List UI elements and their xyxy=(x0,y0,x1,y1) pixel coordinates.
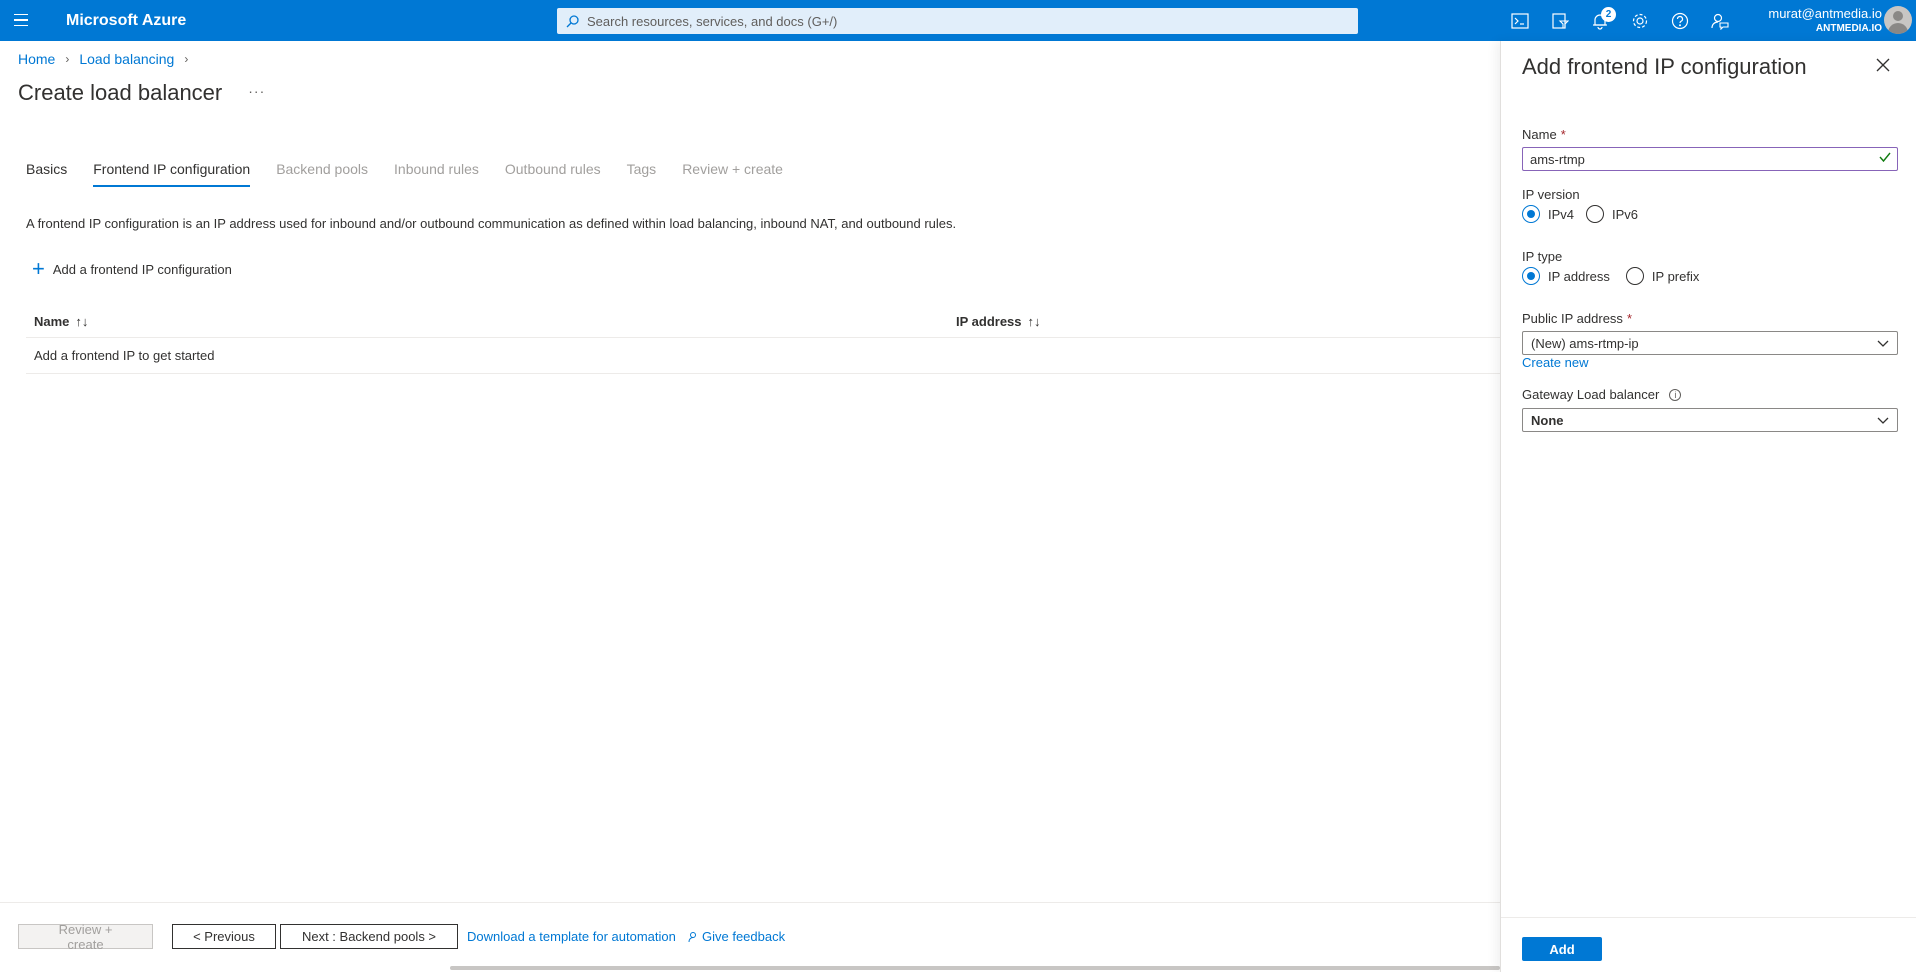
horizontal-scrollbar[interactable] xyxy=(450,966,1500,970)
chevron-right-icon: › xyxy=(184,52,189,66)
add-frontend-ip-panel: Add frontend IP configuration Name * ams… xyxy=(1500,41,1916,972)
radio-ipv4[interactable]: IPv4 xyxy=(1522,205,1574,223)
search-icon xyxy=(557,14,587,28)
tab-outbound-rules[interactable]: Outbound rules xyxy=(505,161,601,187)
radio-button[interactable] xyxy=(1586,205,1605,223)
account-info[interactable]: murat@antmedia.io ANTMEDIA.IO xyxy=(1768,6,1882,36)
page-title: Create load balancer xyxy=(18,80,223,105)
ip-type-radio-group: IP address IP prefix xyxy=(1522,267,1711,285)
tab-tags[interactable]: Tags xyxy=(627,161,657,187)
directory-filter-icon[interactable] xyxy=(1540,6,1580,36)
checkmark-icon xyxy=(1879,150,1891,166)
wizard-footer: Review + create < Previous Next : Backen… xyxy=(0,902,1500,972)
brand-title[interactable]: Microsoft Azure xyxy=(66,12,186,30)
radio-ip-prefix[interactable]: IP prefix xyxy=(1625,267,1699,285)
top-bar: Microsoft Azure 2 murat@antmedia.io ANTM… xyxy=(0,0,1916,41)
radio-ipv6[interactable]: IPv6 xyxy=(1586,205,1638,223)
chevron-right-icon: › xyxy=(65,52,70,66)
search-input[interactable] xyxy=(587,13,1327,29)
chevron-down-icon xyxy=(1877,337,1889,352)
sort-icon: ↑↓ xyxy=(75,314,89,329)
empty-state-text: Add a frontend IP to get started xyxy=(34,348,215,363)
radio-ip-address[interactable]: IP address xyxy=(1522,267,1610,285)
plus-icon: + xyxy=(32,256,45,281)
notification-badge: 2 xyxy=(1601,7,1616,22)
name-field[interactable]: ams-rtmp xyxy=(1522,147,1898,171)
frontend-ip-grid: Name ↑↓ IP address ↑↓ Add a frontend IP … xyxy=(26,306,1500,374)
account-email: murat@antmedia.io xyxy=(1768,6,1882,21)
tab-frontend-ip-configuration[interactable]: Frontend IP configuration xyxy=(93,161,251,187)
previous-button[interactable]: < Previous xyxy=(172,924,276,949)
tab-basics[interactable]: Basics xyxy=(26,161,67,187)
tab-description: A frontend IP configuration is an IP add… xyxy=(26,216,957,231)
gateway-lb-value: None xyxy=(1531,412,1564,428)
settings-icon[interactable] xyxy=(1620,6,1660,36)
create-new-link[interactable]: Create new xyxy=(1522,355,1588,370)
empty-state-row: Add a frontend IP to get started xyxy=(26,338,1500,374)
more-options-icon[interactable]: ··· xyxy=(248,83,265,99)
radio-button[interactable] xyxy=(1625,267,1644,285)
grid-header: Name ↑↓ IP address ↑↓ xyxy=(26,306,1500,338)
tab-inbound-rules[interactable]: Inbound rules xyxy=(394,161,479,187)
review-create-button[interactable]: Review + create xyxy=(18,922,153,952)
breadcrumb-load-balancing[interactable]: Load balancing xyxy=(79,51,174,67)
give-feedback-link[interactable]: Give feedback xyxy=(688,929,785,944)
column-header-name[interactable]: Name ↑↓ xyxy=(34,314,88,329)
next-button[interactable]: Next : Backend pools > xyxy=(280,924,458,949)
avatar[interactable] xyxy=(1884,6,1912,34)
ip-type-label: IP type xyxy=(1522,249,1563,264)
radio-button[interactable] xyxy=(1522,267,1540,285)
search-box[interactable] xyxy=(557,8,1358,34)
feedback-icon[interactable] xyxy=(1700,6,1740,36)
feedback-icon xyxy=(688,931,696,942)
public-ip-value: (New) ams-rtmp-ip xyxy=(1531,335,1639,351)
wizard-tabs: Basics Frontend IP configuration Backend… xyxy=(26,161,809,187)
tab-backend-pools[interactable]: Backend pools xyxy=(276,161,368,187)
menu-icon[interactable] xyxy=(10,8,34,32)
account-org: ANTMEDIA.IO xyxy=(1815,23,1882,34)
chevron-down-icon xyxy=(1877,414,1889,429)
breadcrumb-home[interactable]: Home xyxy=(18,51,55,67)
gateway-lb-label: Gateway Load balancer i xyxy=(1522,387,1682,402)
cloud-shell-icon[interactable] xyxy=(1500,6,1540,36)
tab-review-create[interactable]: Review + create xyxy=(682,161,783,187)
name-field-value: ams-rtmp xyxy=(1530,151,1585,167)
name-label: Name * xyxy=(1522,127,1566,142)
required-indicator: * xyxy=(1560,127,1566,142)
radio-button[interactable] xyxy=(1522,205,1540,223)
panel-title: Add frontend IP configuration xyxy=(1522,54,1807,79)
ip-version-label: IP version xyxy=(1522,187,1580,202)
gateway-lb-dropdown[interactable]: None xyxy=(1522,408,1898,432)
ip-version-radio-group: IPv4 IPv6 xyxy=(1522,205,1650,223)
add-frontend-ip-label: Add a frontend IP configuration xyxy=(52,261,232,277)
notifications-icon[interactable]: 2 xyxy=(1580,6,1620,36)
sort-icon: ↑↓ xyxy=(1027,314,1041,329)
column-header-ip-address[interactable]: IP address ↑↓ xyxy=(956,314,1041,329)
required-indicator: * xyxy=(1626,311,1632,326)
panel-footer: Add xyxy=(1501,917,1916,972)
breadcrumb: Home › Load balancing › xyxy=(18,51,188,67)
add-frontend-ip-button[interactable]: + Add a frontend IP configuration xyxy=(32,256,232,281)
info-icon[interactable]: i xyxy=(1669,388,1682,401)
public-ip-label: Public IP address * xyxy=(1522,311,1632,326)
close-icon[interactable] xyxy=(1873,55,1893,75)
download-template-link[interactable]: Download a template for automation xyxy=(467,929,676,944)
help-icon[interactable] xyxy=(1660,6,1700,36)
add-button[interactable]: Add xyxy=(1522,937,1602,961)
page-title-row: Create load balancer ··· xyxy=(18,80,265,106)
public-ip-dropdown[interactable]: (New) ams-rtmp-ip xyxy=(1522,331,1898,355)
